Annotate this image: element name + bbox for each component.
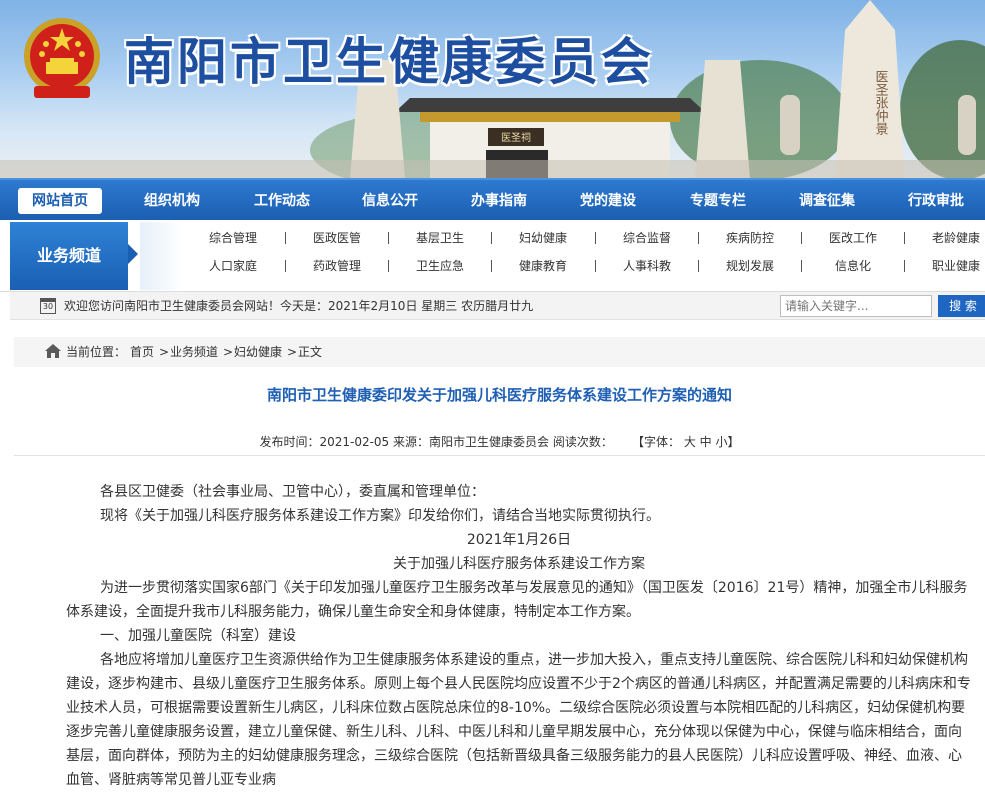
article-paragraph: 各地应将增加儿童医疗卫生资源供给作为卫生健康服务体系建设的重点，进一步加大投入，…	[66, 652, 971, 788]
channel-link[interactable]: 健康教育	[503, 256, 583, 276]
divider	[285, 260, 286, 272]
divider	[904, 260, 905, 272]
nav-item-home[interactable]: 网站首页	[18, 188, 102, 214]
breadcrumb: 当前位置： 首页 > 业务频道 > 妇幼健康 > 正文	[14, 337, 985, 367]
main-nav: 网站首页 组织机构 工作动态 信息公开 办事指南 党的建设 专题专栏 调查征集 …	[0, 178, 985, 220]
nav-item-organization[interactable]: 组织机构	[130, 188, 214, 214]
article-meta: 发布时间：2021-02-05 来源：南阳市卫生健康委员会 阅读次数： 【字体：…	[14, 431, 985, 453]
article-subtitle: 关于加强儿科医疗服务体系建设工作方案	[393, 556, 645, 572]
channel-link[interactable]: 规划发展	[710, 256, 790, 276]
welcome-text: 欢迎您访问南阳市卫生健康委员会网站！今天是：2021年2月10日 星期三 农历腊…	[64, 299, 534, 313]
article-date: 2021年1月26日	[466, 532, 572, 548]
channel-label: 业务频道	[10, 222, 128, 290]
breadcrumb-section-link[interactable]: 妇幼健康	[234, 337, 282, 367]
nav-item-admin-approval[interactable]: 行政审批	[894, 188, 978, 214]
calendar-icon: 30	[40, 298, 56, 314]
divider	[388, 232, 389, 244]
nav-item-service-guide[interactable]: 办事指南	[457, 188, 541, 214]
channel-link[interactable]: 职业健康	[916, 256, 985, 276]
channel-link[interactable]: 老龄健康	[916, 228, 985, 248]
channel-arrow-icon	[128, 244, 138, 264]
nav-item-party-building[interactable]: 党的建设	[566, 188, 650, 214]
channel-link[interactable]: 疾病防控	[710, 228, 790, 248]
channel-link[interactable]: 人事科教	[607, 256, 687, 276]
channel-link[interactable]: 药政管理	[297, 256, 377, 276]
font-size-medium-link[interactable]: 中	[700, 435, 712, 449]
article-title: 南阳市卫生健康委印发关于加强儿科医疗服务体系建设工作方案的通知	[266, 386, 732, 404]
font-size-label: 【字体：	[631, 435, 680, 449]
site-title: 南阳市卫生健康委员会	[124, 33, 654, 91]
search-button[interactable]: 搜 索	[938, 295, 985, 317]
breadcrumb-separator: >	[159, 345, 170, 359]
business-channel-panel: 业务频道 综合管理 医政医管 基层卫生 妇幼健康 综合监督 疾病防控 医改工作 …	[0, 220, 985, 292]
article-paragraph: 为进一步贯彻落实国家6部门《关于印发加强儿童医疗卫生服务改革与发展意见的通知》（…	[66, 580, 968, 620]
article-paragraph: 各县区卫健委（社会事业局、卫管中心），委直属和管理单位：	[100, 484, 485, 500]
channel-link[interactable]: 医政医管	[297, 228, 377, 248]
breadcrumb-channel-link[interactable]: 业务频道	[170, 337, 218, 367]
divider	[491, 232, 492, 244]
divider	[14, 455, 985, 456]
channel-link[interactable]: 综合监督	[607, 228, 687, 248]
nav-item-work-news[interactable]: 工作动态	[240, 188, 324, 214]
breadcrumb-current: 正文	[298, 345, 323, 359]
info-bar: 30 欢迎您访问南阳市卫生健康委员会网站！今天是：2021年2月10日 星期三 …	[10, 292, 985, 320]
divider	[698, 232, 699, 244]
source-label: 来源：	[393, 435, 430, 449]
breadcrumb-home-link[interactable]: 首页	[130, 337, 154, 367]
publish-label: 发布时间：	[259, 435, 320, 449]
source-value: 南阳市卫生健康委员会	[429, 435, 550, 449]
channel-link[interactable]: 医改工作	[813, 228, 893, 248]
nav-item-info-disclosure[interactable]: 信息公开	[348, 188, 432, 214]
publish-date: 2021-02-05	[319, 435, 390, 449]
divider	[595, 232, 596, 244]
national-emblem-icon	[24, 18, 100, 98]
nav-item-survey[interactable]: 调查征集	[785, 188, 869, 214]
font-size-small-link[interactable]: 小	[716, 435, 728, 449]
channel-link[interactable]: 综合管理	[193, 228, 273, 248]
breadcrumb-prefix: 当前位置：	[66, 345, 127, 359]
site-banner: 医圣祠 医圣张仲景 南阳市卫生健康委员会	[0, 0, 985, 178]
divider	[595, 260, 596, 272]
gate-plaque-text: 医圣祠	[501, 131, 531, 144]
divider	[698, 260, 699, 272]
views-label: 阅读次数：	[552, 435, 613, 449]
divider	[801, 260, 802, 272]
channel-link[interactable]: 卫生应急	[400, 256, 480, 276]
channel-link[interactable]: 人口家庭	[193, 256, 273, 276]
divider	[491, 260, 492, 272]
article-section-heading: 一、加强儿童医院（科室）建设	[100, 628, 296, 644]
breadcrumb-separator: >	[223, 345, 234, 359]
breadcrumb-separator: >	[287, 345, 298, 359]
home-icon	[45, 344, 61, 358]
divider	[388, 260, 389, 272]
article-body: 各县区卫健委（社会事业局、卫管中心），委直属和管理单位： 现将《关于加强儿科医疗…	[66, 480, 972, 792]
monument-inscription: 医圣张仲景	[873, 70, 889, 135]
channel-link[interactable]: 妇幼健康	[503, 228, 583, 248]
channel-link[interactable]: 信息化	[813, 256, 893, 276]
nav-item-special-topics[interactable]: 专题专栏	[676, 188, 760, 214]
divider	[285, 232, 286, 244]
font-size-large-link[interactable]: 大	[684, 435, 696, 449]
divider	[801, 232, 802, 244]
article-paragraph: 现将《关于加强儿科医疗服务体系建设工作方案》印发给你们，请结合当地实际贯彻执行。	[100, 508, 660, 524]
divider	[904, 232, 905, 244]
channel-link[interactable]: 基层卫生	[400, 228, 480, 248]
channel-decor-stripe	[140, 222, 184, 290]
search-input[interactable]	[780, 295, 932, 317]
font-size-end: 】	[727, 435, 740, 449]
